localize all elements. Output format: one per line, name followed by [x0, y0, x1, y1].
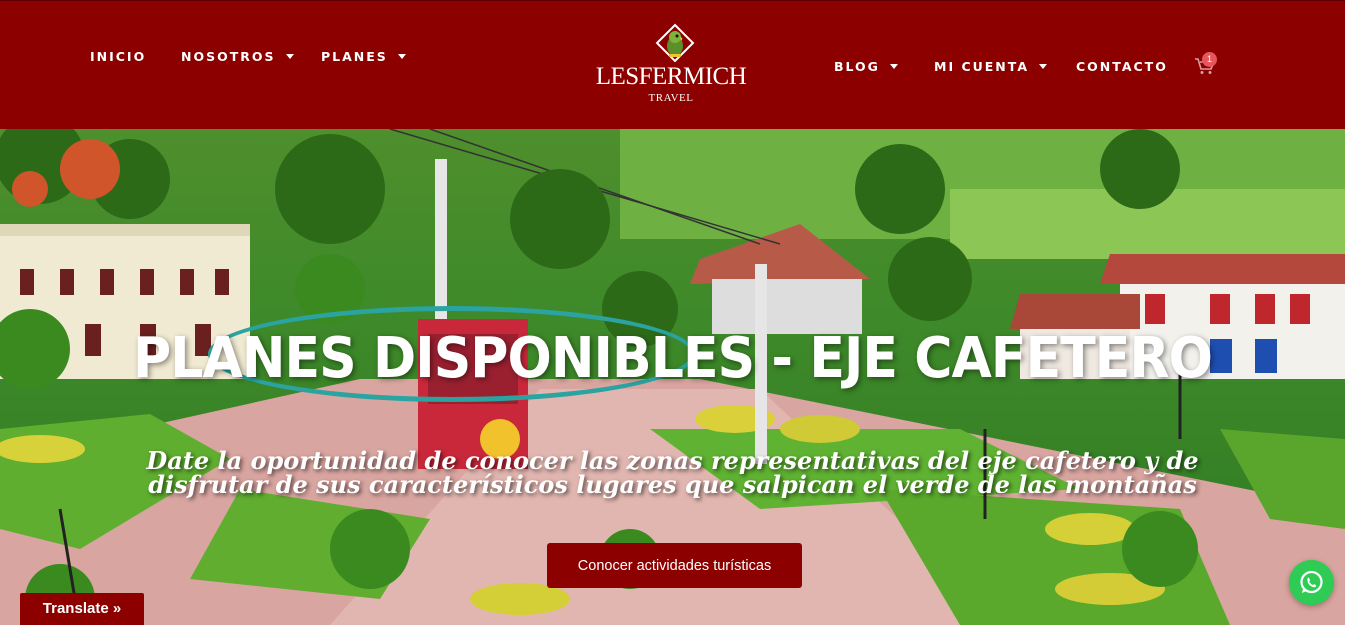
caret-down-icon	[397, 54, 406, 59]
nav-mi-cuenta[interactable]: MI CUENTA	[934, 59, 1047, 74]
site-logo[interactable]: LESFERMICH TRAVEL	[588, 23, 754, 109]
nav-nosotros-label: NOSOTROS	[181, 49, 276, 64]
caret-down-icon	[1039, 64, 1047, 69]
nav-nosotros[interactable]: NOSOTROS	[181, 49, 294, 64]
logo-title: LESFERMICH	[595, 63, 747, 90]
nav-inicio[interactable]: INICIO	[90, 49, 146, 64]
logo-subtitle: TRAVEL	[648, 92, 694, 104]
nav-planes-label: PLANES	[321, 49, 388, 64]
hero-banner: PLANES DISPONIBLES - EJE CAFETERO Date l…	[0, 129, 1345, 625]
site-header: INICIO NOSOTROS PLANES LESFERMICH TRAVEL…	[0, 0, 1345, 129]
whatsapp-button[interactable]	[1289, 560, 1334, 605]
nav-blog[interactable]: BLOG	[834, 59, 898, 74]
nav-mi-cuenta-label: MI CUENTA	[934, 59, 1029, 74]
hero-title: PLANES DISPONIBLES - EJE CAFETERO	[133, 326, 1213, 391]
nav-contacto-label: CONTACTO	[1076, 59, 1168, 74]
nav-contacto[interactable]: CONTACTO	[1076, 59, 1168, 74]
nav-blog-label: BLOG	[834, 59, 880, 74]
cart-count-badge: 1	[1202, 52, 1217, 67]
caret-down-icon	[285, 54, 294, 59]
nav-planes[interactable]: PLANES	[321, 49, 406, 64]
hero-subtitle: Date la oportunidad de conocer las zonas…	[146, 446, 1199, 499]
parrot-logo-icon	[655, 23, 695, 63]
cta-button[interactable]: Conocer actividades turísticas	[547, 543, 802, 588]
nav-inicio-label: INICIO	[90, 49, 147, 64]
translate-button[interactable]: Translate »	[20, 593, 144, 625]
caret-down-icon	[889, 64, 898, 69]
whatsapp-icon	[1300, 570, 1323, 594]
